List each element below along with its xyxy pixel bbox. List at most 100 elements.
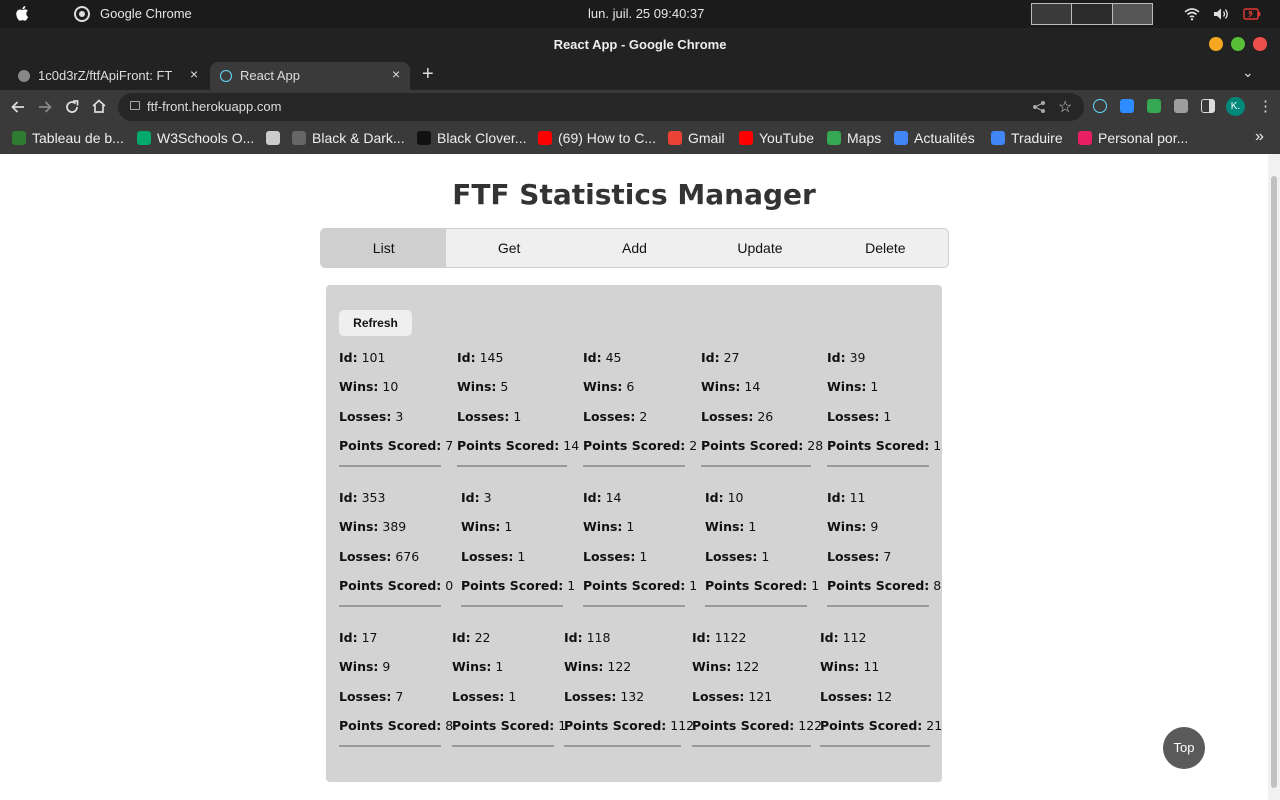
bookmark-item[interactable]: (69) How to C...: [538, 130, 656, 146]
stat-id-row: Id: 101: [339, 350, 385, 365]
scrollbar-thumb[interactable]: [1271, 176, 1277, 788]
bookmark-item[interactable]: Gmail: [668, 130, 725, 146]
stat-points-label: Points Scored:: [564, 718, 667, 733]
stat-points-label: Points Scored:: [827, 438, 930, 453]
shield-icon[interactable]: [1147, 99, 1161, 113]
stat-losses-label: Losses:: [339, 409, 392, 424]
stat-id-label: Id:: [457, 350, 476, 365]
side-panel-icon[interactable]: [1201, 99, 1215, 113]
stat-id-label: Id:: [583, 350, 602, 365]
profile-avatar[interactable]: K.: [1226, 97, 1245, 116]
menu-item-delete[interactable]: Delete: [823, 229, 948, 267]
scroll-top-button[interactable]: Top: [1163, 727, 1205, 769]
bookmark-item[interactable]: Black Clover...: [417, 130, 526, 146]
bookmark-item[interactable]: Maps: [827, 130, 881, 146]
reload-icon[interactable]: [64, 99, 80, 115]
bookmark-label: Tableau de b...: [32, 130, 124, 146]
bookmark-item[interactable]: Black & Dark...: [292, 130, 405, 146]
window-title-bar: React App - Google Chrome: [0, 28, 1280, 60]
more-menu-icon[interactable]: ⋮: [1258, 97, 1273, 115]
home-icon[interactable]: [91, 98, 107, 114]
close-window-button[interactable]: [1253, 37, 1267, 51]
apple-logo-icon[interactable]: [14, 4, 32, 22]
stat-id-row: Id: 353: [339, 490, 385, 505]
workspace-switcher[interactable]: [1031, 3, 1153, 25]
lock-icon[interactable]: [130, 101, 140, 110]
menu-item-get[interactable]: Get: [446, 229, 571, 267]
page-scrollbar[interactable]: [1268, 154, 1280, 800]
forward-icon[interactable]: [37, 99, 53, 115]
tab-github[interactable]: 1c0d3rZ/ftfApiFront: FT ×: [8, 62, 206, 90]
bookmark-item[interactable]: [266, 130, 286, 146]
stat-points-value: 0: [445, 578, 454, 593]
react-devtools-icon[interactable]: [1093, 99, 1107, 113]
stat-id-row: Id: 14: [583, 490, 622, 505]
stat-points-label: Points Scored:: [701, 438, 804, 453]
bookmark-item[interactable]: Actualités: [894, 130, 975, 146]
stat-id-value: 27: [723, 350, 740, 365]
stat-losses-row: Losses: 132: [564, 689, 644, 704]
refresh-button[interactable]: Refresh: [339, 310, 412, 336]
stat-points-row: Points Scored: 1: [461, 578, 575, 593]
close-tab-icon[interactable]: ×: [392, 66, 400, 82]
system-clock: lun. juil. 25 09:40:37: [588, 6, 705, 21]
stat-losses-value: 1: [508, 689, 517, 704]
stat-losses-value: 1: [639, 549, 648, 564]
stat-losses-label: Losses:: [452, 689, 505, 704]
stat-points-value: 1: [689, 578, 698, 593]
tab-react-app[interactable]: React App ×: [210, 62, 410, 90]
bookmark-item[interactable]: YouTube: [739, 130, 814, 146]
stat-wins-label: Wins:: [457, 379, 497, 394]
stat-wins-row: Wins: 14: [701, 379, 760, 394]
bookmark-star-icon[interactable]: ☆: [1058, 97, 1072, 117]
stat-wins-value: 5: [500, 379, 509, 394]
tab-search-icon[interactable]: ⌄: [1242, 64, 1254, 81]
volume-icon[interactable]: [1213, 7, 1230, 21]
bookmark-item[interactable]: Personal por...: [1078, 130, 1188, 146]
stat-losses-value: 1: [517, 549, 526, 564]
menu-item-list[interactable]: List: [321, 229, 447, 267]
stat-losses-label: Losses:: [827, 409, 880, 424]
zoom-extension-icon[interactable]: [1120, 99, 1134, 113]
stat-losses-row: Losses: 1: [583, 549, 647, 564]
battery-icon[interactable]: [1243, 8, 1261, 20]
stat-id-value: 353: [361, 490, 386, 505]
share-icon[interactable]: [1032, 100, 1046, 114]
stat-id-label: Id:: [339, 350, 358, 365]
stat-points-value: 1: [811, 578, 820, 593]
card-divider: [701, 465, 811, 467]
bookmark-item[interactable]: Tableau de b...: [12, 130, 124, 146]
stat-wins-row: Wins: 1: [452, 659, 503, 674]
bookmark-favicon-icon: [292, 131, 306, 145]
address-bar[interactable]: ftf-front.herokuapp.com ☆: [118, 93, 1084, 121]
card-divider: [705, 605, 807, 607]
stat-id-label: Id:: [705, 490, 724, 505]
url-text[interactable]: ftf-front.herokuapp.com: [147, 99, 281, 114]
tab-label: React App: [240, 68, 300, 83]
stat-id-label: Id:: [452, 630, 471, 645]
bookmarks-overflow-icon[interactable]: »: [1255, 128, 1264, 146]
close-tab-icon[interactable]: ×: [190, 66, 198, 82]
stat-wins-label: Wins:: [583, 379, 623, 394]
stat-losses-value: 7: [395, 689, 404, 704]
stat-losses-row: Losses: 26: [701, 409, 773, 424]
card-divider: [339, 605, 441, 607]
stat-wins-row: Wins: 10: [339, 379, 398, 394]
menu-item-add[interactable]: Add: [572, 229, 697, 267]
extensions-puzzle-icon[interactable]: [1174, 99, 1188, 113]
back-icon[interactable]: [10, 99, 26, 115]
bookmark-item[interactable]: W3Schools O...: [137, 130, 254, 146]
minimize-button[interactable]: [1209, 37, 1223, 51]
maximize-button[interactable]: [1231, 37, 1245, 51]
wifi-icon[interactable]: [1184, 7, 1200, 21]
stat-wins-label: Wins:: [339, 519, 379, 534]
stat-points-row: Points Scored: 112: [564, 718, 694, 733]
stat-wins-label: Wins:: [692, 659, 732, 674]
tab-label: 1c0d3rZ/ftfApiFront: FT: [38, 68, 173, 83]
browser-toolbar: ftf-front.herokuapp.com ☆ K. ⋮: [0, 90, 1280, 124]
stat-losses-value: 1: [513, 409, 522, 424]
menu-item-update[interactable]: Update: [697, 229, 822, 267]
stat-losses-value: 12: [876, 689, 893, 704]
bookmark-item[interactable]: Traduire: [991, 130, 1063, 146]
new-tab-button[interactable]: +: [422, 63, 434, 86]
